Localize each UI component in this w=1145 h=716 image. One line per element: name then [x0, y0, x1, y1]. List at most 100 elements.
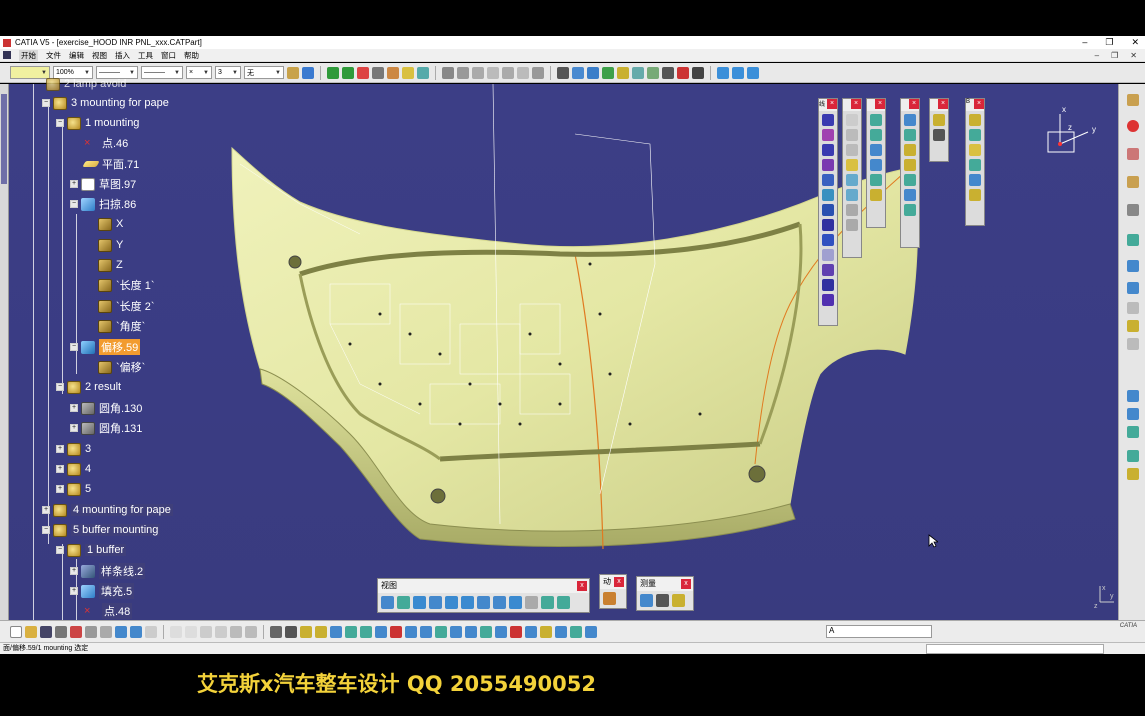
expand-toggle[interactable]: + — [56, 485, 64, 493]
tree-node-5[interactable]: + 5 — [56, 481, 91, 497]
tree-node-param-angle[interactable]: `角度` — [98, 318, 145, 334]
tree-node-2-result[interactable]: − 2 result — [56, 379, 121, 395]
plane-tool-icon[interactable] — [402, 66, 414, 79]
measure-inertia-icon[interactable] — [672, 594, 685, 607]
point-symbol-combo[interactable]: × ▼ — [186, 66, 212, 79]
constraint-icon[interactable] — [487, 66, 499, 79]
tree-node-spline-2[interactable]: + 样条线.2 — [70, 563, 146, 579]
collapse-toggle[interactable]: − — [70, 200, 78, 208]
render-icon[interactable] — [525, 625, 537, 638]
painter-icon[interactable] — [287, 66, 299, 79]
close-icon[interactable]: × — [938, 99, 948, 109]
close-icon[interactable]: x — [681, 579, 691, 589]
healing-icon[interactable] — [870, 129, 882, 141]
tree-node-1-mounting[interactable]: − 1 mounting — [56, 115, 139, 131]
grid-view-icon[interactable] — [465, 625, 477, 638]
line-icon[interactable] — [846, 129, 858, 141]
pan-icon[interactable] — [327, 66, 339, 79]
join-icon[interactable] — [662, 66, 674, 79]
blend-icon[interactable] — [632, 66, 644, 79]
formula-fx-icon[interactable] — [170, 625, 182, 638]
fill-icon[interactable] — [617, 66, 629, 79]
swap-view-icon[interactable] — [732, 66, 744, 79]
expand-toggle[interactable]: + — [56, 445, 64, 453]
rule-icon[interactable] — [1127, 408, 1139, 420]
translate-icon[interactable] — [904, 114, 916, 126]
doc-minimize-button[interactable]: – — [1095, 51, 1099, 60]
tree-node-sketch-97[interactable]: + 草图.97 — [70, 176, 136, 192]
fly-mode-icon[interactable] — [381, 596, 394, 609]
measure-item-icon[interactable] — [656, 594, 669, 607]
tree-node-4-mounting-for-pape[interactable]: + 4 mounting for pape — [42, 502, 173, 518]
menu-start[interactable]: 开始 — [19, 49, 38, 61]
color-combo[interactable]: ▼ — [10, 66, 50, 79]
depth-icon[interactable] — [555, 625, 567, 638]
normal-view-icon[interactable] — [477, 596, 490, 609]
law-editor-icon[interactable] — [215, 625, 227, 638]
paste-icon[interactable] — [100, 625, 112, 638]
snap-icon[interactable] — [517, 66, 529, 79]
grid-icon[interactable] — [532, 66, 544, 79]
tree-node-3[interactable]: + 3 — [56, 441, 91, 457]
tree-node-param-x[interactable]: X — [98, 216, 123, 232]
tree-node-5-buffer-mounting[interactable]: − 5 buffer mounting — [42, 522, 161, 538]
rotate-icon[interactable] — [342, 66, 354, 79]
circle-icon[interactable] — [846, 204, 858, 216]
rotate-view-icon[interactable] — [429, 596, 442, 609]
tree-node-offset-59[interactable]: − 偏移.59 — [70, 339, 141, 355]
close-icon[interactable]: x — [614, 577, 624, 587]
projection-curve-icon[interactable] — [846, 174, 858, 186]
fill-surface-icon[interactable] — [822, 204, 834, 216]
tree-node-plane-71[interactable]: 平面.71 — [82, 156, 139, 172]
symmetry-icon[interactable] — [904, 144, 916, 156]
sketch-icon[interactable] — [442, 66, 454, 79]
collapse-toggle[interactable]: − — [56, 546, 64, 554]
part-design-icon[interactable] — [1127, 176, 1139, 188]
collapse-toggle[interactable]: − — [42, 526, 50, 534]
tree-node-partial[interactable]: 2 lamp avoid — [46, 76, 126, 92]
magnifier-icon[interactable] — [585, 625, 597, 638]
transform-icon[interactable] — [692, 66, 704, 79]
line-tool-icon[interactable] — [372, 66, 384, 79]
expand-toggle[interactable]: + — [70, 404, 78, 412]
update-icon[interactable] — [300, 625, 312, 638]
cut-icon[interactable] — [70, 625, 82, 638]
expand-toggle[interactable]: + — [70, 180, 78, 188]
floating-toolbar-operations[interactable]: × — [900, 98, 920, 248]
view-mode-icon[interactable] — [450, 625, 462, 638]
video-icon[interactable] — [285, 625, 297, 638]
specification-tree[interactable]: 2 lamp avoid − 3 mounting for pape − 1 m… — [10, 77, 230, 620]
tree-node-3-mounting-for-pape[interactable]: − 3 mounting for pape — [42, 95, 169, 111]
expand-toggle[interactable]: + — [42, 506, 50, 514]
doc-restore-button[interactable]: ❐ — [1111, 51, 1118, 60]
animation-icon[interactable] — [603, 592, 616, 605]
graph-icon[interactable] — [345, 625, 357, 638]
extract-surface-icon[interactable] — [822, 294, 834, 306]
iso-view-icon[interactable] — [509, 596, 522, 609]
expand-toggle[interactable]: + — [70, 567, 78, 575]
menu-tools[interactable]: 工具 — [138, 50, 153, 61]
collapse-toggle[interactable]: − — [56, 119, 64, 127]
floating-toolbar-points[interactable]: × — [842, 98, 862, 258]
hide-icon[interactable] — [390, 625, 402, 638]
distance-analysis-icon[interactable] — [969, 159, 981, 171]
design-table-icon[interactable] — [200, 625, 212, 638]
expand-toggle[interactable]: + — [70, 587, 78, 595]
tree-node-fillet-130[interactable]: + 圆角.130 — [70, 400, 142, 416]
offset-icon[interactable] — [822, 174, 834, 186]
ordered-set-icon[interactable] — [1127, 302, 1139, 314]
curvature-icon[interactable] — [969, 144, 981, 156]
tree-node-param-z[interactable]: Z — [98, 257, 123, 273]
plane-icon[interactable] — [846, 159, 858, 171]
copy-icon[interactable] — [85, 625, 97, 638]
close-icon[interactable]: × — [974, 99, 984, 109]
projection-icon[interactable] — [417, 66, 429, 79]
lineweight-combo[interactable]: ——— ▼ — [141, 66, 183, 79]
tree-node-fillet-131[interactable]: + 圆角.131 — [70, 420, 142, 436]
tree-node-sweep-86[interactable]: − 扫掠.86 — [70, 196, 136, 212]
fillet-icon[interactable] — [904, 204, 916, 216]
tree-scrollbar[interactable] — [0, 84, 9, 620]
zoom-in-icon[interactable] — [445, 596, 458, 609]
point-tool-icon[interactable] — [357, 66, 369, 79]
tree-node-param-offset[interactable]: `偏移` — [98, 359, 145, 375]
